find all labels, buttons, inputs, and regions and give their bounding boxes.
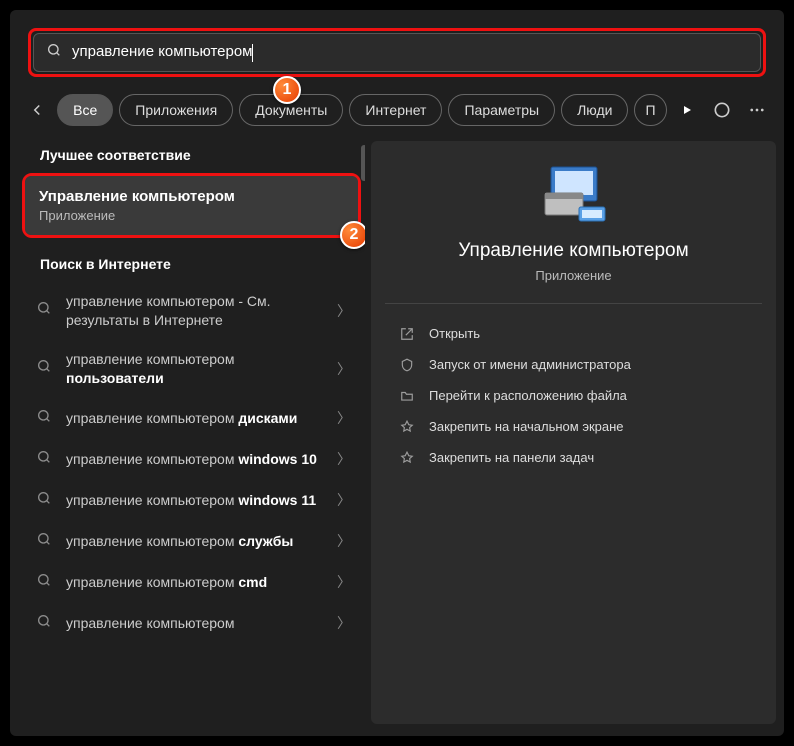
folder-icon bbox=[399, 389, 415, 403]
result-text: управление компьютером службы bbox=[66, 532, 323, 551]
tab-more-cut[interactable]: П bbox=[634, 94, 666, 126]
result-text: управление компьютером cmd bbox=[66, 573, 323, 592]
search-bar[interactable]: управление компьютером bbox=[33, 33, 761, 72]
search-wrap: управление компьютером 1 bbox=[28, 28, 766, 77]
action-item[interactable]: Закрепить на панели задач bbox=[381, 442, 766, 473]
chevron-right-icon[interactable]: 〉 bbox=[337, 613, 351, 633]
action-item[interactable]: Запуск от имени администратора bbox=[381, 349, 766, 380]
action-label: Перейти к расположению файла bbox=[429, 388, 627, 403]
chevron-right-icon[interactable]: 〉 bbox=[337, 531, 351, 551]
best-match-title: Управление компьютером bbox=[39, 188, 344, 205]
web-result-item[interactable]: управление компьютером windows 10 〉 bbox=[18, 439, 365, 480]
more-button[interactable] bbox=[743, 93, 772, 127]
annotation-badge-2: 2 bbox=[340, 221, 365, 249]
split-pane: Лучшее соответствие Управление компьютер… bbox=[10, 141, 784, 724]
search-icon bbox=[36, 449, 52, 470]
profile-ring-icon[interactable] bbox=[708, 93, 737, 127]
scroll-tabs-right[interactable] bbox=[673, 93, 702, 127]
back-button[interactable] bbox=[22, 93, 51, 127]
pin-icon bbox=[399, 451, 415, 465]
action-label: Закрепить на панели задач bbox=[429, 450, 594, 465]
search-icon bbox=[36, 358, 52, 379]
preview-subtitle: Приложение bbox=[385, 268, 762, 304]
annotation-outline-2: Управление компьютером Приложение 2 bbox=[22, 173, 361, 238]
result-text: управление компьютером windows 10 bbox=[66, 450, 323, 469]
annotation-badge-1: 1 bbox=[273, 76, 301, 104]
result-text: управление компьютером windows 11 bbox=[66, 491, 323, 510]
chevron-right-icon[interactable]: 〉 bbox=[337, 572, 351, 592]
chevron-right-icon[interactable]: 〉 bbox=[337, 449, 351, 469]
web-result-item[interactable]: управление компьютером службы 〉 bbox=[18, 521, 365, 562]
open-icon bbox=[399, 327, 415, 341]
action-item[interactable]: Открыть bbox=[381, 318, 766, 349]
chevron-right-icon[interactable]: 〉 bbox=[337, 359, 351, 379]
annotation-outline-1: управление компьютером bbox=[28, 28, 766, 77]
result-text: управление компьютером bbox=[66, 614, 323, 633]
web-result-item[interactable]: управление компьютером 〉 bbox=[18, 603, 365, 644]
action-list: Открыть Запуск от имени администратора Пер… bbox=[371, 318, 776, 473]
best-match-heading: Лучшее соответствие bbox=[40, 147, 349, 163]
best-match-subtitle: Приложение bbox=[39, 208, 344, 223]
search-icon bbox=[36, 531, 52, 552]
search-icon bbox=[36, 490, 52, 511]
tab-people[interactable]: Люди bbox=[561, 94, 628, 126]
search-panel: управление компьютером 1 Все Приложения … bbox=[10, 10, 784, 736]
search-icon bbox=[36, 613, 52, 634]
action-label: Открыть bbox=[429, 326, 480, 341]
search-icon bbox=[36, 300, 52, 321]
action-label: Запуск от имени администратора bbox=[429, 357, 631, 372]
chevron-right-icon[interactable]: 〉 bbox=[337, 301, 351, 321]
web-result-item[interactable]: управление компьютером - См. результаты … bbox=[18, 282, 365, 340]
search-icon bbox=[36, 572, 52, 593]
result-text: управление компьютером - См. результаты … bbox=[66, 292, 323, 330]
chevron-right-icon[interactable]: 〉 bbox=[337, 408, 351, 428]
tab-apps[interactable]: Приложения bbox=[119, 94, 233, 126]
chevron-right-icon[interactable]: 〉 bbox=[337, 490, 351, 510]
pin-icon bbox=[399, 420, 415, 434]
tab-internet[interactable]: Интернет bbox=[349, 94, 442, 126]
shield-icon bbox=[399, 358, 415, 372]
results-column: Лучшее соответствие Управление компьютер… bbox=[10, 141, 365, 724]
result-text: управление компьютером пользователи bbox=[66, 350, 323, 388]
web-result-item[interactable]: управление компьютером cmd 〉 bbox=[18, 562, 365, 603]
filter-tabs: Все Приложения Документы Интернет Параме… bbox=[22, 93, 772, 127]
web-search-heading: Поиск в Интернете bbox=[40, 256, 349, 272]
action-label: Закрепить на начальном экране bbox=[429, 419, 624, 434]
search-input[interactable]: управление компьютером bbox=[72, 43, 748, 61]
action-item[interactable]: Закрепить на начальном экране bbox=[381, 411, 766, 442]
preview-pane: Управление компьютером Приложение Открыт… bbox=[371, 141, 776, 724]
scrollbar-thumb[interactable] bbox=[361, 145, 365, 181]
web-result-item[interactable]: управление компьютером windows 11 〉 bbox=[18, 480, 365, 521]
result-text: управление компьютером дисками bbox=[66, 409, 323, 428]
preview-title: Управление компьютером bbox=[371, 240, 776, 262]
web-result-item[interactable]: управление компьютером дисками 〉 bbox=[18, 398, 365, 439]
action-item[interactable]: Перейти к расположению файла bbox=[381, 380, 766, 411]
web-result-item[interactable]: управление компьютером пользователи 〉 bbox=[18, 340, 365, 398]
search-icon bbox=[36, 408, 52, 429]
tab-settings[interactable]: Параметры bbox=[448, 94, 555, 126]
best-match-result[interactable]: Управление компьютером Приложение bbox=[25, 176, 358, 235]
app-icon bbox=[371, 161, 776, 226]
search-icon bbox=[46, 42, 62, 63]
tab-all[interactable]: Все bbox=[57, 94, 113, 126]
